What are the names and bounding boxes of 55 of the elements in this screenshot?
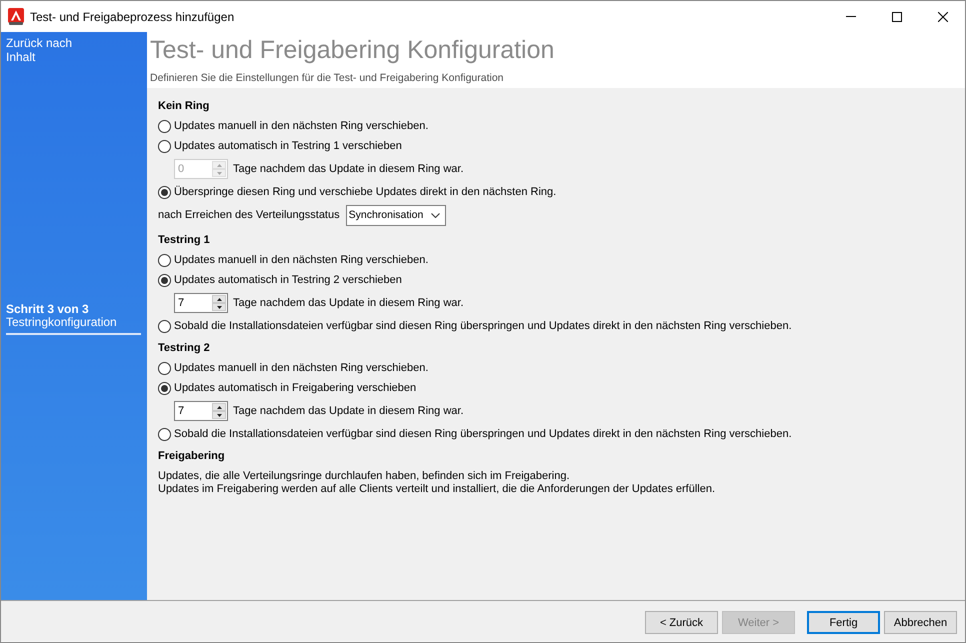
option-label: Updates automatisch in Testring 1 verschieben	[174, 140, 402, 152]
close-icon	[938, 12, 948, 22]
back-button[interactable]: < Zurück	[645, 611, 718, 634]
page-subtitle: Definieren Sie die Einstellungen für die Test- und Freigabering Konfiguration	[150, 72, 505, 85]
option-label: Updates manuell in den nächsten Ring verschieben.	[174, 362, 428, 374]
option-label: Updates automatisch in Freigabering verschieben	[174, 382, 416, 394]
window-title: Test- und Freigabeprozess hinzufügen	[30, 10, 234, 24]
option-label: Sobald die Installationsdateien verfügbar sind diesen Ring überspringen und Updates direkt in den nächsten Ring verschieben.	[174, 428, 792, 440]
radio-button[interactable]	[158, 320, 171, 332]
radio-button[interactable]	[158, 362, 171, 374]
caret-down-icon	[216, 306, 222, 308]
section-heading: Kein Ring	[158, 99, 210, 114]
spin-up-button[interactable]	[212, 295, 226, 303]
radio-button[interactable]	[158, 140, 171, 152]
spin-down-button[interactable]	[212, 303, 226, 311]
option-label: Updates manuell in den nächsten Ring verschieben.	[174, 254, 428, 266]
spin-down-button[interactable]	[212, 411, 226, 419]
page-title: Test- und Freigabering Konfiguration	[150, 35, 556, 65]
radio-button[interactable]	[158, 274, 171, 286]
caret-down-icon	[216, 414, 222, 416]
days-label: Tage nachdem das Update in diesem Ring war.	[233, 163, 464, 175]
radio-button[interactable]	[158, 428, 171, 440]
option-label: Updates automatisch in Testring 2 verschieben	[174, 274, 402, 286]
status-dropdown[interactable]: Synchronisation	[346, 204, 446, 226]
radio-button[interactable]	[158, 382, 171, 394]
back-link[interactable]: Zurück nach Inhalt	[6, 37, 86, 64]
section-heading: Testring 1	[158, 233, 211, 248]
radio-button[interactable]	[158, 186, 171, 198]
option-label: Updates manuell in den nächsten Ring verschieben.	[174, 120, 428, 132]
dropdown-label: nach Erreichen des Verteilungsstatus	[158, 209, 340, 221]
days-label: Tage nachdem das Update in diesem Ring war.	[233, 405, 464, 417]
step-counter: Schritt 3 von 3	[6, 303, 89, 316]
caret-up-icon	[216, 406, 222, 408]
caret-up-icon	[216, 164, 222, 166]
caret-down-icon	[216, 172, 222, 174]
info-text: Updates, die alle Verteilungsringe durchlaufen haben, befinden sich im Freigabering.	[158, 470, 571, 483]
option-label: Überspringe diesen Ring und verschiebe Updates direkt in den nächsten Ring.	[174, 186, 556, 198]
spin-up-button[interactable]	[212, 403, 226, 411]
app-logo-icon	[8, 8, 24, 25]
chevron-down-icon	[430, 212, 440, 218]
step-title: Testringkonfiguration	[6, 316, 117, 329]
radio-button[interactable]	[158, 254, 171, 266]
number-field[interactable]: 7	[174, 293, 228, 313]
caret-up-icon	[216, 298, 222, 300]
info-text: Updates im Freigabering werden auf alle Clients verteilt und installiert, die die Anforderungen der Updates erfüllen.	[158, 483, 716, 496]
number-field[interactable]: 7	[174, 401, 228, 421]
cancel-button[interactable]: Abbrechen	[884, 611, 957, 634]
finish-button[interactable]: Fertig	[807, 611, 880, 634]
section-heading: Testring 2	[158, 341, 211, 356]
section-heading: Freigabering	[158, 449, 226, 464]
radio-button[interactable]	[158, 120, 171, 132]
minimize-icon	[846, 16, 856, 17]
option-label: Sobald die Installationsdateien verfügbar sind diesen Ring überspringen und Updates direkt in den nächsten Ring verschieben.	[174, 320, 792, 332]
maximize-icon	[892, 12, 902, 22]
days-label: Tage nachdem das Update in diesem Ring war.	[233, 297, 464, 309]
